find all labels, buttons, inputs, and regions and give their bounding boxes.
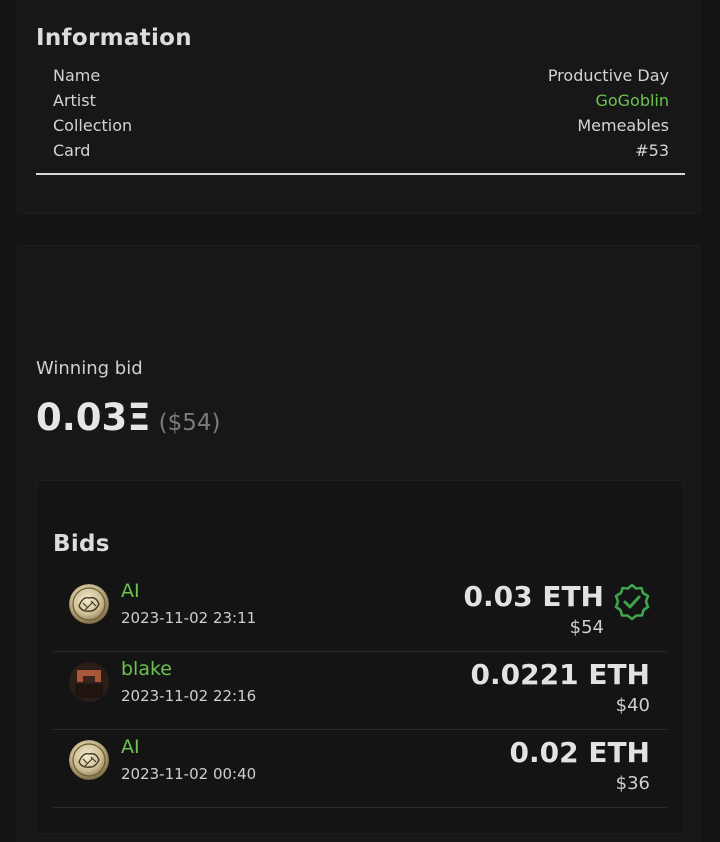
bid-time: 2023-11-02 00:40 bbox=[121, 765, 257, 783]
bid-row: blake 2023-11-02 22:16 0.0221 ETH $40 bbox=[53, 652, 667, 730]
info-row-artist: Artist GoGoblin bbox=[36, 88, 685, 113]
bid-usd: $36 bbox=[615, 773, 650, 794]
bid-eth: 0.02 ETH bbox=[509, 736, 651, 769]
bids-title: Bids bbox=[53, 531, 110, 557]
info-label: Name bbox=[53, 66, 101, 85]
coin-avatar[interactable] bbox=[69, 740, 109, 780]
artist-link[interactable]: GoGoblin bbox=[595, 88, 669, 113]
bidder-name[interactable]: AI bbox=[121, 736, 140, 758]
page: Information Name Productive Day Artist G… bbox=[0, 0, 720, 842]
info-row-card: Card #53 bbox=[36, 138, 685, 163]
coin-avatar[interactable] bbox=[69, 584, 109, 624]
info-label: Collection bbox=[53, 116, 133, 135]
bid-list: AI 2023-11-02 23:11 0.03 ETH $54 blake 2… bbox=[53, 574, 667, 808]
winning-bid-usd: ($54) bbox=[158, 410, 221, 436]
winning-bid-eth: 0.03Ξ bbox=[36, 396, 151, 439]
goblin-avatar[interactable] bbox=[69, 662, 109, 702]
info-value: #53 bbox=[635, 141, 669, 160]
bidder-name[interactable]: blake bbox=[121, 658, 172, 680]
info-row-collection: Collection Memeables bbox=[36, 113, 685, 138]
information-table: Name Productive Day Artist GoGoblin Coll… bbox=[36, 63, 685, 175]
bid-usd: $54 bbox=[569, 617, 604, 638]
info-value: Memeables bbox=[577, 116, 669, 135]
bid-time: 2023-11-02 23:11 bbox=[121, 609, 257, 627]
info-label: Card bbox=[53, 141, 91, 160]
bid-row: AI 2023-11-02 23:11 0.03 ETH $54 bbox=[53, 574, 667, 652]
winning-bid-amount: 0.03Ξ ($54) bbox=[36, 396, 221, 439]
bid-eth: 0.03 ETH bbox=[463, 580, 605, 613]
information-title: Information bbox=[36, 25, 192, 51]
information-card: Information Name Productive Day Artist G… bbox=[17, 0, 701, 214]
verified-check-icon bbox=[613, 583, 651, 621]
info-label: Artist bbox=[53, 91, 96, 110]
bids-panel: Bids AI 2023-11-02 23:11 0.03 ETH $54 bl… bbox=[36, 480, 684, 834]
bidder-name[interactable]: AI bbox=[121, 580, 140, 602]
winning-bid-label: Winning bid bbox=[36, 358, 143, 379]
bid-eth: 0.0221 ETH bbox=[470, 658, 650, 691]
bid-row: AI 2023-11-02 00:40 0.02 ETH $36 bbox=[53, 730, 667, 808]
info-value: Productive Day bbox=[547, 66, 669, 85]
bidding-card: Winning bid 0.03Ξ ($54) Bids AI 2023-11-… bbox=[17, 245, 701, 842]
bid-time: 2023-11-02 22:16 bbox=[121, 687, 257, 705]
info-row-name: Name Productive Day bbox=[36, 63, 685, 88]
bid-usd: $40 bbox=[615, 695, 650, 716]
